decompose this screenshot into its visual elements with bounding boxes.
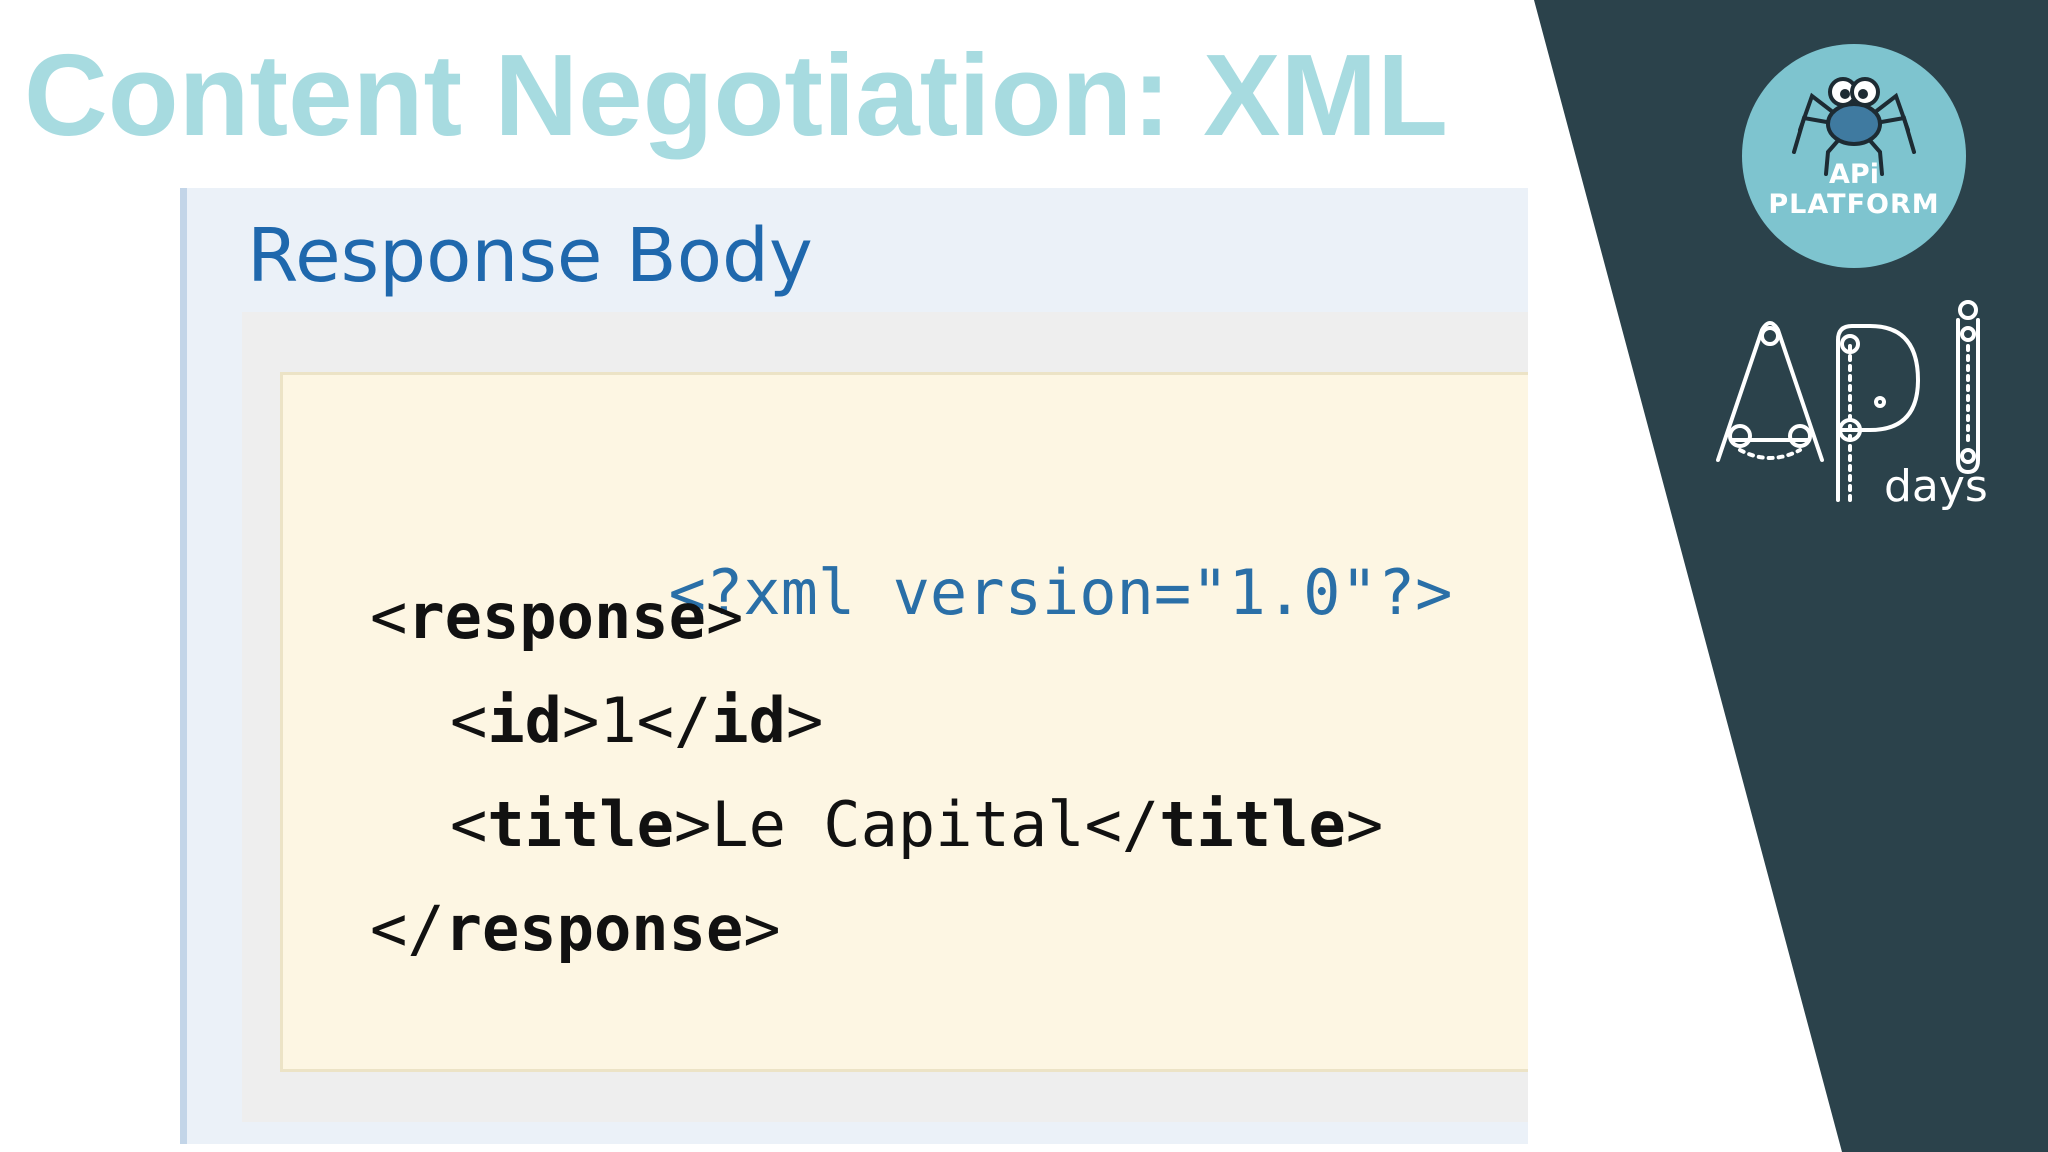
code-line-title: <title>Le Capital</title> (450, 788, 1384, 861)
xml-declaration: <?xml version="1.0"?> (668, 556, 1453, 629)
panel-inner: <?xml version="1.0"?> <response> <id>1</… (242, 312, 1528, 1122)
id-close-tag: id (711, 684, 786, 757)
title-open-tag: title (487, 788, 674, 861)
api-platform-logo: APi PLATFORM (1742, 44, 1966, 268)
logo-platform-text: PLATFORM (1768, 189, 1940, 220)
code-line-root-open: <response> (370, 580, 744, 653)
spider-icon (1792, 77, 1916, 176)
code-line-id: <id>1</id> (450, 684, 824, 757)
logo-api-text: APi (1829, 159, 1879, 190)
title-close-tag: title (1159, 788, 1346, 861)
root-close-tag: response (444, 892, 744, 965)
slide-title: Content Negotiation: XML (24, 30, 1449, 160)
panel-heading: Response Body (247, 213, 813, 299)
apidays-days-text: days (1884, 461, 1988, 512)
id-open-tag: id (487, 684, 562, 757)
xml-code-block: <?xml version="1.0"?> <response> <id>1</… (280, 372, 1528, 1072)
root-open-tag: response (407, 580, 706, 653)
response-body-panel: Response Body <?xml version="1.0"?> <res… (180, 188, 1528, 1144)
title-value: Le Capital (711, 788, 1085, 861)
id-value: 1 (599, 684, 637, 757)
code-line-root-close: </response> (370, 892, 781, 965)
